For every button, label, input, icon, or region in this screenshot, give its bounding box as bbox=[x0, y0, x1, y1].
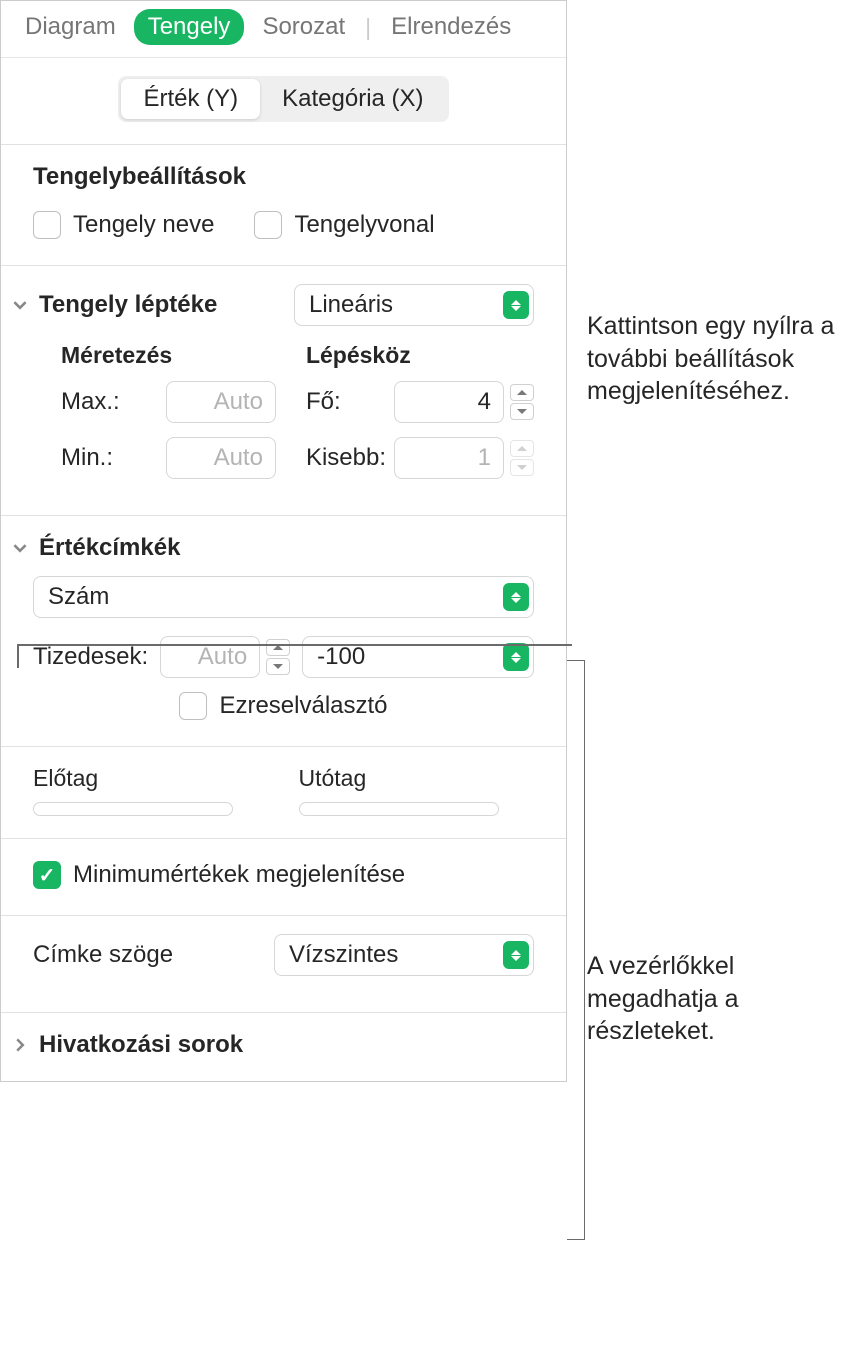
major-input[interactable]: 4 bbox=[394, 381, 504, 423]
show-minimum-checkbox[interactable] bbox=[33, 861, 61, 889]
reflines-disclosure-icon[interactable] bbox=[11, 1036, 29, 1054]
min-input[interactable]: Auto bbox=[166, 437, 276, 479]
major-stepper[interactable] bbox=[510, 384, 534, 420]
value-labels-disclosure-icon[interactable] bbox=[11, 539, 29, 557]
minor-label: Kisebb: bbox=[306, 444, 386, 472]
format-panel: Diagram Tengely Sorozat | Elrendezés Ért… bbox=[0, 0, 567, 1082]
max-label: Max.: bbox=[61, 388, 120, 416]
max-input[interactable]: Auto bbox=[166, 381, 276, 423]
show-minimum-section: Minimumértékek megjelenítése bbox=[1, 839, 566, 916]
label-format-select[interactable]: Szám bbox=[33, 576, 534, 618]
tab-separator: | bbox=[365, 14, 371, 41]
minor-input[interactable]: 1 bbox=[394, 437, 504, 479]
scale-type-value: Lineáris bbox=[309, 291, 393, 319]
label-format-value: Szám bbox=[48, 583, 109, 611]
axis-name-label: Tengely neve bbox=[73, 211, 214, 239]
reference-lines-title: Hivatkozási sorok bbox=[39, 1031, 534, 1059]
prefix-suffix-section: Előtag Utótag bbox=[1, 747, 566, 839]
axis-segmented-row: Érték (Y) Kategória (X) bbox=[1, 58, 566, 145]
show-minimum-label: Minimumértékek megjelenítése bbox=[73, 861, 405, 889]
select-arrows-icon bbox=[503, 941, 529, 969]
major-label: Fő: bbox=[306, 388, 341, 416]
tab-series[interactable]: Sorozat bbox=[248, 9, 359, 45]
value-labels-title: Értékcímkék bbox=[39, 534, 534, 562]
segment-category-x[interactable]: Kategória (X) bbox=[260, 79, 445, 119]
axis-line-checkbox[interactable] bbox=[254, 211, 282, 239]
label-angle-section: Címke szöge Vízszintes bbox=[1, 916, 566, 1013]
thousands-sep-label: Ezreselválasztó bbox=[219, 692, 387, 720]
prefix-input[interactable] bbox=[33, 802, 233, 816]
thousands-sep-checkbox[interactable] bbox=[179, 692, 207, 720]
label-angle-label: Címke szöge bbox=[33, 941, 173, 969]
suffix-label: Utótag bbox=[299, 765, 535, 792]
annotations-column: Kattintson egy nyílra a további beállítá… bbox=[567, 0, 857, 1082]
tab-axis[interactable]: Tengely bbox=[134, 9, 245, 45]
annotation-arrow-hint: Kattintson egy nyílra a további beállítá… bbox=[567, 310, 857, 408]
min-label: Min.: bbox=[61, 444, 113, 472]
step-title: Lépésköz bbox=[306, 342, 534, 369]
top-tabs: Diagram Tengely Sorozat | Elrendezés bbox=[1, 1, 566, 58]
select-arrows-icon bbox=[503, 291, 529, 319]
scale-disclosure-icon[interactable] bbox=[11, 296, 29, 314]
suffix-input[interactable] bbox=[299, 802, 499, 816]
scaling-title: Méretezés bbox=[61, 342, 276, 369]
segment-value-y[interactable]: Érték (Y) bbox=[121, 79, 260, 119]
value-labels-section: Értékcímkék Szám Tizedesek: Auto -100 Ez… bbox=[1, 516, 566, 747]
tab-layout[interactable]: Elrendezés bbox=[377, 9, 525, 45]
scale-type-select[interactable]: Lineáris bbox=[294, 284, 534, 326]
tab-diagram[interactable]: Diagram bbox=[11, 9, 130, 45]
axis-line-label: Tengelyvonal bbox=[294, 211, 434, 239]
annotation-controls-hint: A vezérlőkkel megadhatja a részleteket. bbox=[567, 670, 857, 768]
select-arrows-icon bbox=[503, 583, 529, 611]
label-angle-value: Vízszintes bbox=[289, 941, 398, 969]
scale-section: Tengely léptéke Lineáris Méretezés Max.:… bbox=[1, 266, 566, 516]
axis-options-title: Tengelybeállítások bbox=[33, 163, 534, 191]
label-angle-select[interactable]: Vízszintes bbox=[274, 934, 534, 976]
axis-options-section: Tengelybeállítások Tengely neve Tengelyv… bbox=[1, 145, 566, 266]
prefix-label: Előtag bbox=[33, 765, 269, 792]
reference-lines-section: Hivatkozási sorok bbox=[1, 1013, 566, 1081]
axis-segmented: Érték (Y) Kategória (X) bbox=[118, 76, 448, 122]
minor-stepper[interactable] bbox=[510, 440, 534, 476]
scale-title: Tengely léptéke bbox=[39, 291, 284, 319]
axis-name-checkbox[interactable] bbox=[33, 211, 61, 239]
